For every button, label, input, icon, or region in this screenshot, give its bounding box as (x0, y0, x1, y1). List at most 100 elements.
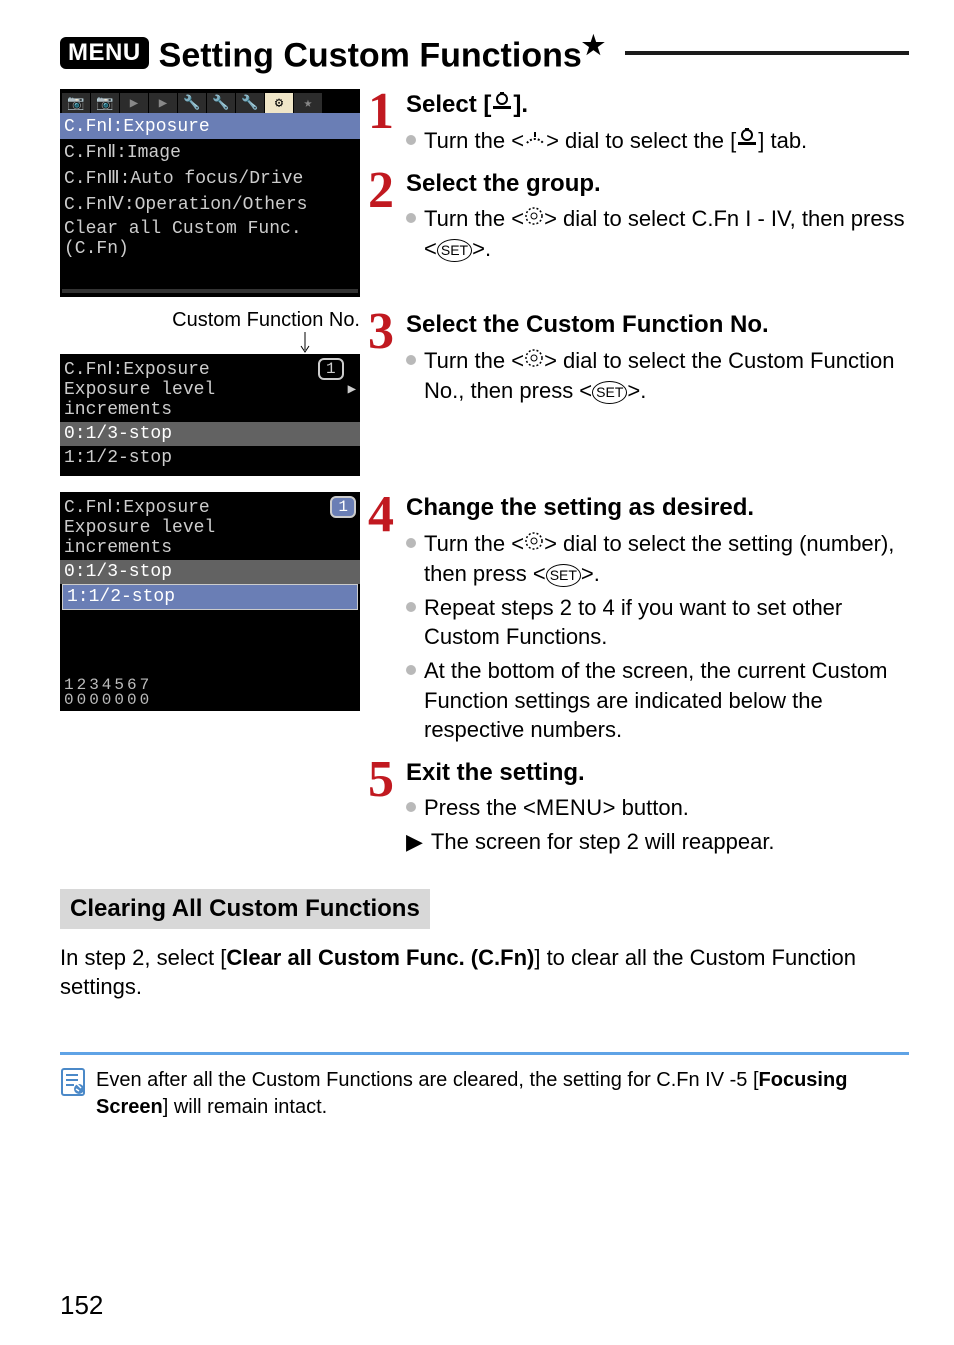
t: Turn the < (424, 348, 524, 373)
set-button-icon: SET (592, 381, 627, 404)
t: > button. (603, 795, 689, 820)
t: Even after all the Custom Functions are … (96, 1069, 759, 1091)
lcd2-counter: 1234567 0000000 (60, 660, 360, 711)
t: ] will remain intact. (163, 1096, 328, 1118)
clearing-header: Clearing All Custom Functions (60, 889, 430, 929)
step5-bullet-1: Press the <MENU> button. (406, 793, 775, 823)
bullet-icon (406, 538, 416, 548)
t: ]. (513, 91, 528, 118)
lcd-screenshot-2: C.FnⅠ:Exposure Exposure level increments… (60, 354, 360, 476)
lcd2-arrow-icon: ▶ (348, 381, 356, 398)
step-number-1: 1 (368, 89, 398, 136)
lcd2-option: 0:1/3-stop (60, 422, 360, 446)
step4-title: Change the setting as desired. (406, 492, 909, 524)
lcd-line: C.FnⅢ:Auto focus/Drive (60, 165, 360, 191)
bullet-icon (406, 602, 416, 612)
page-title: Setting Custom Functions★ (159, 30, 605, 75)
lcd2-h2: Exposure level increments (64, 380, 316, 420)
lcd-tab: 🔧 (207, 93, 235, 113)
lcd-tab: 🔧 (236, 93, 264, 113)
cfn-label: Custom Function No. (60, 309, 360, 332)
bold: Clear all Custom Func. (C.Fn) (226, 945, 534, 970)
t: In step 2, select [ (60, 945, 226, 970)
cfn-arrow (60, 334, 360, 354)
lcd-tab: 📷 (62, 93, 90, 113)
lcd-scrollbar (62, 289, 358, 293)
note-icon (60, 1067, 86, 1097)
step4-bullet-2: Repeat steps 2 to 4 if you want to set o… (406, 593, 909, 652)
lcd2-option: 1:1/2-stop (60, 446, 360, 470)
step2-bullet: Turn the <> dial to select C.Fn I - IV, … (406, 204, 909, 264)
title-text: Setting Custom Functions (159, 36, 582, 74)
t: >. (472, 236, 491, 261)
lcd-tab: ▶ (120, 93, 148, 113)
step-number-4: 4 (368, 492, 398, 539)
note-box: Even after all the Custom Functions are … (60, 1052, 909, 1121)
t: >. (581, 561, 600, 586)
lcd2-h2: Exposure level increments (64, 518, 328, 558)
menu-button-text: MENU (536, 795, 603, 820)
t: Turn the < (424, 531, 524, 556)
step4-bullet-3: At the bottom of the screen, the current… (406, 656, 909, 745)
lcd-line (60, 261, 360, 285)
lcd2-option: 0:1/3-stop (60, 560, 360, 584)
lcd-screenshot-1: 📷 📷 ▶ ▶ 🔧 🔧 🔧 ⚙ ★ C.FnⅠ:Exposure C.FnⅡ:I… (60, 89, 360, 297)
bullet-icon (406, 802, 416, 812)
lcd-tab: 📷 (91, 93, 119, 113)
main-dial-icon (524, 128, 546, 155)
step5-bullet-2: ▶ The screen for step 2 will reappear. (406, 827, 775, 857)
quick-dial-icon (524, 206, 544, 234)
t: >. (627, 378, 646, 403)
title-divider (625, 51, 909, 55)
bullet-icon (406, 665, 416, 675)
step3-title: Select the Custom Function No. (406, 309, 909, 341)
page-number: 152 (60, 1290, 103, 1321)
step4-bullet-1: Turn the <> dial to select the setting (… (406, 529, 909, 589)
step-number-2: 2 (368, 168, 398, 215)
lcd-line: C.FnⅣ:Operation/Others (60, 191, 360, 217)
lcd-line: Clear all Custom Func. (C.Fn) (60, 217, 360, 261)
lcd2-num-box: 1 (330, 496, 356, 518)
step-number-5: 5 (368, 757, 398, 804)
lcd-tab-selected: ⚙ (265, 93, 293, 113)
lcd-screenshot-3: C.FnⅠ:Exposure Exposure level increments… (60, 492, 360, 711)
bullet-icon (406, 213, 416, 223)
t: ] tab. (758, 128, 807, 153)
step3-bullet: Turn the <> dial to select the Custom Fu… (406, 346, 909, 406)
star-icon: ★ (582, 30, 605, 60)
quick-dial-icon (524, 531, 544, 559)
lcd2-option-selected: 1:1/2-stop (62, 584, 358, 610)
lcd-line-selected: C.FnⅠ:Exposure (60, 113, 360, 139)
t: At the bottom of the screen, the current… (424, 656, 909, 745)
counter-bot: 0000000 (64, 693, 356, 707)
t: Turn the < (424, 128, 524, 153)
bullet-icon (406, 355, 416, 365)
clearing-text: In step 2, select [Clear all Custom Func… (60, 943, 909, 1002)
lcd-tab: ★ (294, 93, 322, 113)
t: Press the < (424, 795, 536, 820)
custom-fn-icon (736, 128, 758, 156)
t: > dial to select the [ (546, 128, 736, 153)
lcd-tab: ▶ (149, 93, 177, 113)
step-number-3: 3 (368, 309, 398, 356)
t: The screen for step 2 will reappear. (431, 827, 775, 857)
menu-badge: MENU (60, 37, 149, 69)
lcd2-h1: C.FnⅠ:Exposure (64, 496, 328, 518)
step1-bullet: Turn the < > dial to select the [ ] tab. (406, 126, 909, 156)
custom-fn-icon (491, 92, 513, 120)
quick-dial-icon (524, 348, 544, 376)
step2-title: Select the group. (406, 168, 909, 200)
step1-title: Select []. (406, 89, 909, 121)
lcd2-h1: C.FnⅠ:Exposure (64, 358, 316, 380)
lcd2-num-box: 1 (318, 358, 344, 380)
set-button-icon: SET (546, 564, 581, 587)
bullet-icon (406, 135, 416, 145)
lcd-line: C.FnⅡ:Image (60, 139, 360, 165)
note-text: Even after all the Custom Functions are … (96, 1067, 909, 1121)
t: Select [ (406, 91, 491, 118)
t: Repeat steps 2 to 4 if you want to set o… (424, 593, 909, 652)
lcd-tab: 🔧 (178, 93, 206, 113)
result-arrow-icon: ▶ (406, 827, 423, 857)
t: Turn the < (424, 206, 524, 231)
step5-title: Exit the setting. (406, 757, 775, 789)
